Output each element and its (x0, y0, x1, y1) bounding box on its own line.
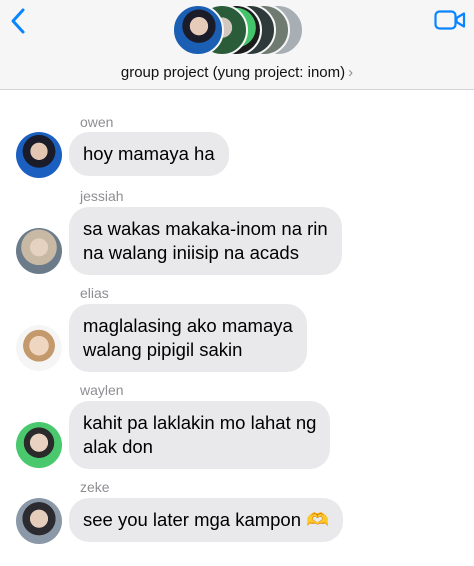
group-name: group project (yung project: inom) (120, 64, 346, 81)
sender-name: waylen (80, 382, 124, 398)
group-avatar-stack[interactable] (172, 4, 304, 58)
message-line: na walang iniisip na acads (83, 242, 299, 263)
avatar[interactable] (16, 228, 62, 274)
message-line: kahit pa laklakin mo lahat ng (83, 412, 317, 433)
message-line: maglalasing ako mamaya (83, 315, 293, 336)
conversation-header: group project (yung project: inom) › (0, 0, 474, 90)
message-bubble[interactable]: maglalasing ako mamaya walang pipigil sa… (69, 304, 307, 372)
message-bubble[interactable]: sa wakas makaka-inom na rin na walang in… (69, 207, 342, 275)
chevron-right-icon: › (348, 64, 354, 81)
sender-name: elias (80, 285, 109, 301)
message-line: see you later mga kampon 🫶 (83, 509, 330, 530)
avatar[interactable] (16, 325, 62, 371)
message-bubble[interactable]: hoy mamaya ha (69, 132, 229, 176)
message-bubble[interactable]: see you later mga kampon 🫶 (69, 498, 344, 542)
avatar[interactable] (16, 132, 62, 178)
message-line: alak don (83, 436, 153, 457)
avatar (172, 4, 224, 56)
message-line: walang pipigil sakin (83, 339, 243, 360)
sender-name: jessiah (80, 188, 124, 204)
message-line: sa wakas makaka-inom na rin (83, 218, 328, 239)
message-bubble[interactable]: kahit pa laklakin mo lahat ng alak don (69, 401, 331, 469)
message-line: hoy mamaya ha (83, 143, 215, 164)
group-title[interactable]: group project (yung project: inom) › (0, 64, 474, 81)
chevron-left-icon[interactable] (8, 6, 30, 36)
avatar[interactable] (16, 422, 62, 468)
video-camera-icon[interactable] (434, 9, 466, 31)
sender-name: zeke (80, 479, 110, 495)
sender-name: owen (80, 114, 114, 130)
avatar[interactable] (16, 498, 62, 544)
